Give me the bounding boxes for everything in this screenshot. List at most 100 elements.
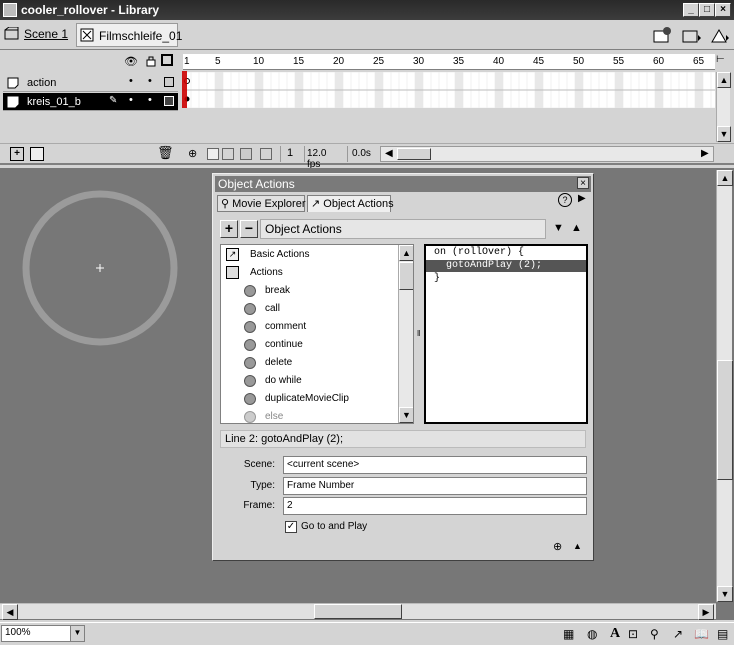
eye-icon[interactable]: 👁 <box>124 55 138 68</box>
script-line-selected[interactable]: gotoAndPlay (2); <box>426 260 586 272</box>
layer-row-action[interactable]: action • • <box>3 74 178 92</box>
timeline-hscroll[interactable]: ◀ ▶ <box>380 146 714 162</box>
chevron-down-icon[interactable]: ▼ <box>70 626 84 641</box>
layer-outline-box[interactable] <box>164 77 174 87</box>
playhead[interactable] <box>182 71 187 108</box>
timeline-vscroll[interactable]: ▲ ▼ <box>716 72 731 142</box>
scroll-left-icon[interactable]: ◀ <box>2 604 18 620</box>
panel-menu-arrow-icon[interactable]: ▶ <box>578 193 590 209</box>
layer-outline-box[interactable] <box>164 96 174 106</box>
panel-title-bar[interactable]: Object Actions × <box>215 176 591 192</box>
scroll-down-icon[interactable]: ▼ <box>717 126 731 142</box>
edit-scene-icon[interactable] <box>652 25 674 45</box>
actions-panel-icon[interactable]: ↗ <box>673 627 683 641</box>
actions-toolbox[interactable]: ↗ Basic Actions Actions break call comme… <box>220 244 414 424</box>
move-down-icon[interactable]: ▼ <box>553 222 564 234</box>
type-label: Type: <box>250 480 275 491</box>
action-item[interactable]: duplicateMovieClip <box>221 390 399 408</box>
library-icon[interactable]: 📖 <box>694 627 709 641</box>
action-item[interactable]: call <box>221 300 399 318</box>
pane-splitter-icon[interactable]: ‖ <box>417 329 422 349</box>
toolbox-vscroll[interactable]: ▲ ▼ <box>398 245 413 423</box>
symbol-tab[interactable]: Filmschleife_01 <box>76 23 182 47</box>
onion-outline-icon[interactable] <box>222 148 234 160</box>
frame-ruler[interactable]: 1 5 10 15 20 25 30 35 40 45 50 55 60 65 <box>183 54 715 70</box>
script-pane[interactable]: on (rollOver) { gotoAndPlay (2); } <box>424 244 588 424</box>
action-item[interactable]: delete <box>221 354 399 372</box>
zoom-select[interactable]: 100% ▼ <box>1 625 85 642</box>
info-panel-icon[interactable]: ▦ <box>563 627 574 641</box>
window-title-bar[interactable]: cooler_rollover - Library _ □ × <box>0 0 734 20</box>
action-item[interactable]: break <box>221 282 399 300</box>
object-actions-panel[interactable]: Object Actions × ⚲ Movie Explorer ↗ Obje… <box>212 173 594 561</box>
type-field[interactable]: Frame Number <box>283 477 587 495</box>
center-frame-icon[interactable]: ⊕ <box>188 147 197 160</box>
symbol-list-icon[interactable] <box>709 25 731 45</box>
scene-field[interactable]: <current scene> <box>283 456 587 474</box>
add-guide-layer-icon[interactable] <box>30 147 44 161</box>
layer-row-kreis[interactable]: kreis_01_b ✎ • • <box>3 93 178 111</box>
action-item[interactable]: do while <box>221 372 399 390</box>
stage-hscroll[interactable]: ◀ ▶ <box>0 603 716 620</box>
panel-close-button[interactable]: × <box>577 177 589 189</box>
movie-explorer-icon[interactable]: ⚲ <box>650 627 659 641</box>
frame-field[interactable]: 2 <box>283 497 587 515</box>
scroll-down-icon[interactable]: ▼ <box>717 586 733 602</box>
category-basic-actions[interactable]: ↗ Basic Actions <box>221 246 399 264</box>
timeline-toggle-icon[interactable]: ▤ <box>717 627 728 641</box>
close-window-button[interactable]: × <box>715 3 731 17</box>
frames-grid[interactable] <box>183 72 715 108</box>
action-item[interactable]: else <box>221 408 399 423</box>
modify-onion-markers-icon[interactable] <box>260 148 272 160</box>
visibility-dot[interactable]: • <box>129 75 133 87</box>
lock-icon[interactable] <box>145 55 157 67</box>
onion-skin-icon[interactable] <box>207 148 219 160</box>
character-panel-icon[interactable]: A <box>610 626 620 642</box>
book-icon: ↗ <box>226 248 239 261</box>
scroll-right-icon[interactable]: ▶ <box>698 604 714 620</box>
trash-icon[interactable]: 🗑 <box>157 145 174 161</box>
mixer-panel-icon[interactable]: ◍ <box>587 627 597 641</box>
scroll-thumb[interactable] <box>314 604 402 619</box>
maximize-button[interactable]: □ <box>699 3 715 17</box>
script-line[interactable]: on (rollOver) { <box>426 247 586 259</box>
stage-vscroll[interactable]: ▲ ▼ <box>716 170 733 602</box>
move-up-icon[interactable]: ▲ <box>571 222 582 234</box>
action-item[interactable]: continue <box>221 336 399 354</box>
scene-link[interactable]: Scene 1 <box>24 27 68 41</box>
visibility-dot[interactable]: • <box>129 94 133 106</box>
action-item[interactable]: comment <box>221 318 399 336</box>
add-action-button[interactable]: + <box>220 220 238 238</box>
help-icon[interactable]: ? <box>558 193 572 207</box>
scroll-down-icon[interactable]: ▼ <box>399 407 413 423</box>
crosshair-target-icon[interactable]: ⊕ <box>553 540 562 553</box>
movieclip-icon <box>80 28 94 42</box>
instance-panel-icon[interactable]: ⊡ <box>628 627 638 641</box>
insert-layer-icon[interactable]: + <box>10 147 24 161</box>
scroll-left-icon[interactable]: ◀ <box>385 148 393 159</box>
outline-icon[interactable] <box>161 54 173 66</box>
scroll-thumb[interactable] <box>399 262 413 290</box>
edit-symbols-icon[interactable] <box>681 25 703 45</box>
scroll-up-icon[interactable]: ▲ <box>717 72 731 88</box>
circle-shape[interactable] <box>20 188 180 348</box>
action-label: break <box>265 285 291 296</box>
lock-dot[interactable]: • <box>148 94 152 106</box>
tab-object-actions[interactable]: ↗ Object Actions <box>307 195 394 212</box>
goto-play-checkbox[interactable]: ✓ <box>285 521 297 533</box>
scroll-right-icon[interactable]: ▶ <box>701 148 709 159</box>
remove-action-button[interactable]: − <box>240 220 258 238</box>
scroll-up-icon[interactable]: ▲ <box>717 170 733 186</box>
collapse-params-icon[interactable]: ▲ <box>573 541 582 551</box>
scroll-thumb[interactable] <box>717 360 733 480</box>
lock-dot[interactable]: • <box>148 75 152 87</box>
edit-multiple-frames-icon[interactable] <box>240 148 252 160</box>
scroll-thumb[interactable] <box>397 148 431 160</box>
timeline-options-icon[interactable]: ⊢ <box>716 54 730 70</box>
script-line[interactable]: } <box>426 273 586 285</box>
scroll-up-icon[interactable]: ▲ <box>399 245 413 261</box>
tab-movie-explorer[interactable]: ⚲ Movie Explorer <box>217 195 305 212</box>
minimize-button[interactable]: _ <box>683 3 699 17</box>
category-actions[interactable]: Actions <box>221 264 399 282</box>
zoom-value: 100% <box>5 627 31 638</box>
